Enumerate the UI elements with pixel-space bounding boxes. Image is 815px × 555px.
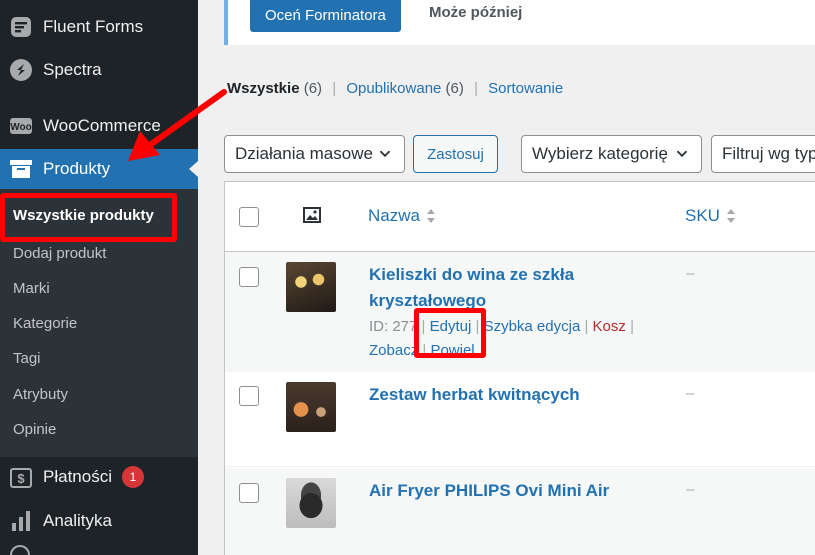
spectra-icon (8, 57, 34, 83)
view-link[interactable]: Zobacz (369, 342, 418, 359)
row-actions: ID: 277 | Edytuj | Szybka edycja | Kosz … (369, 318, 634, 359)
woocommerce-icon: Woo (8, 113, 34, 139)
image-icon (303, 207, 321, 228)
submenu-attributes[interactable]: Atrybuty (13, 386, 68, 403)
sku-value: – (686, 481, 695, 498)
view-published[interactable]: Opublikowane (346, 80, 441, 97)
bar-chart-icon (8, 508, 34, 534)
svg-text:$: $ (17, 471, 25, 486)
dollar-icon: $ (8, 465, 34, 491)
menu-label: Płatności (43, 467, 112, 486)
product-name-link[interactable]: Air Fryer PHILIPS Ovi Mini Air (369, 478, 609, 504)
menu-label: Spectra (43, 60, 102, 79)
separator: | (474, 80, 478, 97)
submenu-reviews[interactable]: Opinie (13, 421, 56, 438)
view-sorting[interactable]: Sortowanie (488, 80, 563, 97)
menu-label: Fluent Forms (43, 17, 144, 36)
submenu-brands[interactable]: Marki (13, 280, 50, 297)
sku-value: – (686, 265, 695, 282)
sort-icon (426, 209, 435, 223)
category-select[interactable]: Wybierz kategorię (521, 135, 702, 173)
notification-badge: 1 (121, 466, 144, 488)
menu-label: Analityka (43, 511, 112, 530)
products-table: Nazwa SKU Kieliszki do wina ze szkła kry… (224, 181, 815, 555)
column-sku-label: SKU (685, 206, 720, 225)
menu-label: Produkty (43, 159, 111, 178)
table-row: Zestaw herbat kwitnących – (225, 372, 815, 467)
annotation-arrow-icon (128, 89, 227, 161)
product-name-link[interactable]: Kieliszki do wina ze szkła kryształowego (369, 262, 574, 314)
archive-box-icon (8, 156, 34, 182)
view-all-count: (6) (303, 80, 323, 97)
menu-payments[interactable]: $ Płatności 1 (0, 458, 198, 498)
view-filters: Wszystkie (6) | Opublikowane (6) | Sorto… (227, 80, 563, 97)
highlight-all-products (0, 193, 177, 242)
separator: | (332, 80, 337, 97)
apply-button[interactable]: Zastosuj (413, 135, 498, 173)
bulk-actions-value: Działania masowe (235, 144, 373, 163)
row-checkbox[interactable] (239, 267, 259, 287)
quick-edit-link[interactable]: Szybka edycja (484, 318, 581, 335)
product-type-value: Filtruj wg typu (722, 144, 815, 163)
product-name-link[interactable]: Zestaw herbat kwitnących (369, 382, 580, 408)
product-thumbnail[interactable] (286, 478, 336, 528)
sku-value: – (686, 385, 695, 402)
column-sku[interactable]: SKU (685, 206, 736, 226)
row-checkbox[interactable] (239, 386, 259, 406)
table-header: Nazwa SKU (225, 182, 815, 252)
chevron-down-icon (379, 150, 391, 158)
row-checkbox[interactable] (239, 483, 259, 503)
svg-text:Woo: Woo (10, 122, 31, 133)
product-name-line: Kieliszki do wina ze szkła (369, 265, 575, 284)
submenu-categories[interactable]: Kategorie (13, 315, 77, 332)
highlight-edit-link (414, 308, 486, 358)
category-value: Wybierz kategorię (532, 144, 668, 163)
product-id: ID: 277 (369, 318, 418, 335)
chevron-down-icon (676, 150, 688, 158)
menu-fluent-forms[interactable]: Fluent Forms (0, 7, 198, 47)
rate-forminator-button[interactable]: Oceń Forminatora (250, 0, 401, 32)
product-thumbnail[interactable] (286, 262, 336, 312)
menu-analytics[interactable]: Analityka (0, 501, 198, 541)
admin-sidebar: Fluent Forms Spectra Woo WooCommerce Pro… (0, 0, 198, 555)
table-row: Kieliszki do wina ze szkła kryształowego… (225, 252, 815, 372)
trash-link[interactable]: Kosz (593, 318, 626, 335)
select-all-checkbox[interactable] (239, 207, 259, 227)
submenu-add-product[interactable]: Dodaj produkt (13, 245, 106, 262)
column-name-label: Nazwa (368, 206, 420, 225)
fluent-forms-icon (8, 14, 34, 40)
bulk-actions-select[interactable]: Działania masowe (224, 135, 405, 173)
column-name[interactable]: Nazwa (368, 206, 436, 226)
rating-notice: Oceń Forminatora Może później (224, 0, 815, 45)
sort-icon (726, 209, 735, 223)
submenu-tags[interactable]: Tagi (13, 350, 41, 367)
menu-spectra[interactable]: Spectra (0, 50, 198, 90)
view-published-count: (6) (445, 80, 464, 97)
product-thumbnail[interactable] (286, 382, 336, 432)
maybe-later-button[interactable]: Może później (429, 4, 522, 21)
product-type-select[interactable]: Filtruj wg typu (711, 135, 815, 173)
partial-menu-icon (10, 545, 30, 555)
table-row: Air Fryer PHILIPS Ovi Mini Air – (225, 468, 815, 555)
